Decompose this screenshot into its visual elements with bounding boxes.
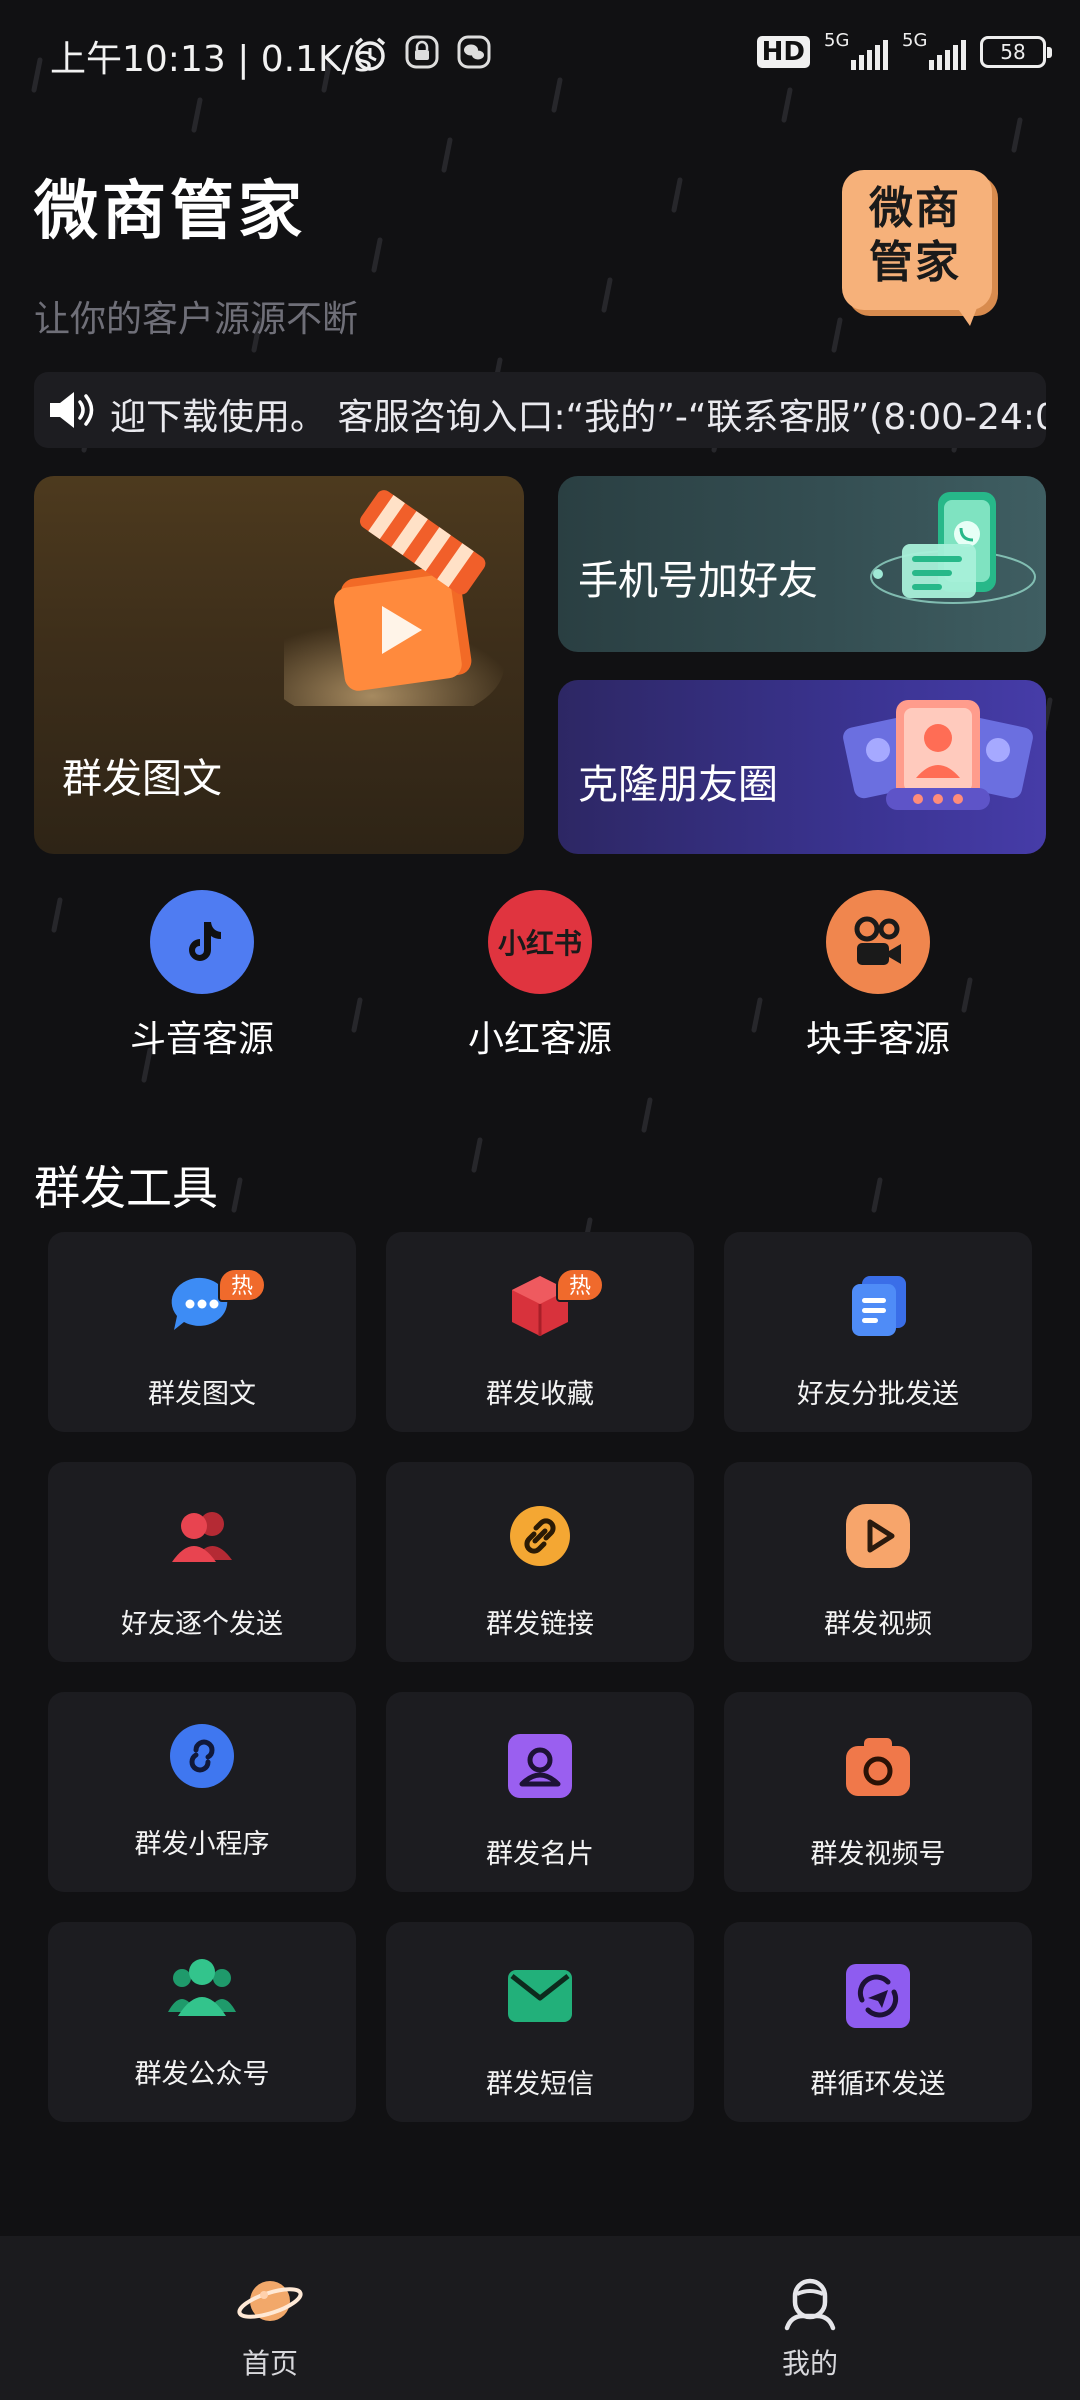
group-icon — [168, 1959, 236, 2016]
alarm-icon — [354, 37, 386, 71]
tool-mass-sms-label: 群发短信 — [486, 2069, 594, 2100]
clapperboard-icon — [284, 490, 504, 706]
tool-mass-video-label: 群发视频 — [824, 1609, 932, 1640]
notice-bar[interactable]: 迎下载使用。 客服咨询入口:“我的”-“联系客服”(8:00-24:0 — [34, 372, 1046, 448]
tool-batch-send[interactable]: 好友分批发送 — [724, 1232, 1032, 1432]
tool-one-by-one-send-label: 好友逐个发送 — [121, 1609, 283, 1640]
mini-program-icon — [170, 1724, 234, 1788]
document-stack-icon — [852, 1276, 906, 1336]
feature-card-clone-moments-label: 克隆朋友圈 — [578, 762, 778, 808]
source-xiaohongshu-label: 小红客源 — [467, 1019, 612, 1060]
app-logo: 微商管家 — [830, 170, 1020, 350]
hot-badge: 热 — [556, 1268, 604, 1302]
source-xiaohongshu[interactable]: 小红书 小红客源 — [430, 890, 650, 1070]
status-right: HD 5G 5G 58 — [756, 30, 1052, 70]
tool-mass-sms[interactable]: 群发短信 — [386, 1922, 694, 2122]
profile-card-icon — [843, 700, 1033, 810]
tool-official-account[interactable]: 群发公众号 — [48, 1922, 356, 2122]
source-kuaishou-label: 块手客源 — [805, 1019, 950, 1060]
lock-app-icon — [405, 35, 439, 69]
app-screen: 上午10:13 | 0.1K/s HD 5G 5G 58 微商管家 让你的客户源… — [0, 0, 1080, 2400]
feature-card-add-by-phone[interactable]: 手机号加好友 — [558, 476, 1046, 652]
nav-home-label: 首页 — [241, 2347, 298, 2380]
feature-card-clone-moments[interactable]: 克隆朋友圈 — [558, 680, 1046, 854]
nav-home[interactable]: 首页 — [170, 2270, 370, 2382]
status-bar: 上午10:13 | 0.1K/s HD 5G 5G 58 — [0, 0, 1080, 110]
wechat-icon — [457, 35, 491, 69]
app-header: 微商管家 让你的客户源源不断 微商管家 — [0, 150, 1080, 350]
customer-sources: 斗音客源 小红书 小红客源 块手客源 — [0, 890, 1080, 1070]
source-kuaishou[interactable]: 块手客源 — [768, 890, 988, 1070]
signal-2-icon: 5G — [902, 30, 966, 70]
tool-mass-favorites-label: 群发收藏 — [486, 1379, 594, 1410]
users-icon — [172, 1512, 232, 1562]
logo-text: 微商管家 — [869, 183, 961, 288]
bottom-nav: 首页 我的 — [0, 2236, 1080, 2400]
xiaohongshu-icon: 小红书 — [488, 890, 592, 994]
tool-loop-send[interactable]: 群循环发送 — [724, 1922, 1032, 2122]
tool-one-by-one-send[interactable]: 好友逐个发送 — [48, 1462, 356, 1662]
tool-mass-video[interactable]: 群发视频 — [724, 1462, 1032, 1662]
signal-1-label: 5G — [824, 30, 850, 51]
tool-mass-card[interactable]: 群发名片 — [386, 1692, 694, 1892]
tool-mass-post[interactable]: 热 群发图文 — [48, 1232, 356, 1432]
planet-icon — [237, 2281, 303, 2321]
tools-section-title: 群发工具 — [34, 1161, 218, 1215]
contact-card-icon — [508, 1734, 572, 1798]
tool-official-account-label: 群发公众号 — [134, 2059, 270, 2090]
signal-1-icon: 5G — [824, 30, 888, 70]
kuaishou-icon — [826, 890, 930, 994]
tool-loop-send-label: 群循环发送 — [810, 2069, 946, 2100]
signal-2-label: 5G — [902, 30, 928, 51]
tool-mass-post-label: 群发图文 — [148, 1379, 256, 1410]
tool-video-channel-label: 群发视频号 — [810, 1839, 946, 1870]
hd-voice-badge: HD — [756, 36, 810, 68]
camera-icon — [846, 1738, 910, 1796]
tool-mass-link[interactable]: 群发链接 — [386, 1462, 694, 1662]
tool-mass-card-label: 群发名片 — [486, 1839, 594, 1870]
feature-card-mass-post-label: 群发图文 — [62, 756, 222, 802]
status-time: 上午10:13 | 0.1K/s — [50, 39, 373, 80]
xiaohongshu-icon-text: 小红书 — [497, 927, 582, 960]
feature-card-mass-post[interactable]: 群发图文 — [34, 476, 524, 854]
video-play-icon — [846, 1504, 910, 1568]
notice-text: 迎下载使用。 客服咨询入口:“我的”-“联系客服”(8:00-24:0 — [110, 397, 1046, 438]
tool-mini-program-label: 群发小程序 — [134, 1829, 270, 1860]
tool-mini-program[interactable]: 群发小程序 — [48, 1692, 356, 1892]
source-douyin-label: 斗音客源 — [129, 1019, 274, 1060]
douyin-icon — [150, 890, 254, 994]
app-title: 微商管家 — [34, 175, 306, 249]
source-douyin[interactable]: 斗音客源 — [92, 890, 312, 1070]
profile-icon — [784, 2278, 836, 2331]
battery-icon: 58 — [980, 36, 1052, 68]
tool-mass-favorites[interactable]: 热 群发收藏 — [386, 1232, 694, 1432]
tool-mass-link-label: 群发链接 — [486, 1609, 594, 1640]
nav-mine[interactable]: 我的 — [710, 2270, 910, 2382]
envelope-icon — [508, 1970, 572, 2022]
loop-send-icon — [846, 1964, 910, 2028]
phone-add-friend-icon — [870, 492, 1036, 604]
speaker-icon — [50, 392, 94, 428]
tool-video-channel[interactable]: 群发视频号 — [724, 1692, 1032, 1892]
feature-card-add-by-phone-label: 手机号加好友 — [578, 558, 818, 604]
nav-mine-label: 我的 — [781, 2347, 838, 2380]
link-icon — [510, 1506, 570, 1566]
app-subtitle: 让你的客户源源不断 — [34, 299, 359, 340]
tool-batch-send-label: 好友分批发送 — [797, 1379, 959, 1410]
hot-badge: 热 — [218, 1268, 266, 1302]
